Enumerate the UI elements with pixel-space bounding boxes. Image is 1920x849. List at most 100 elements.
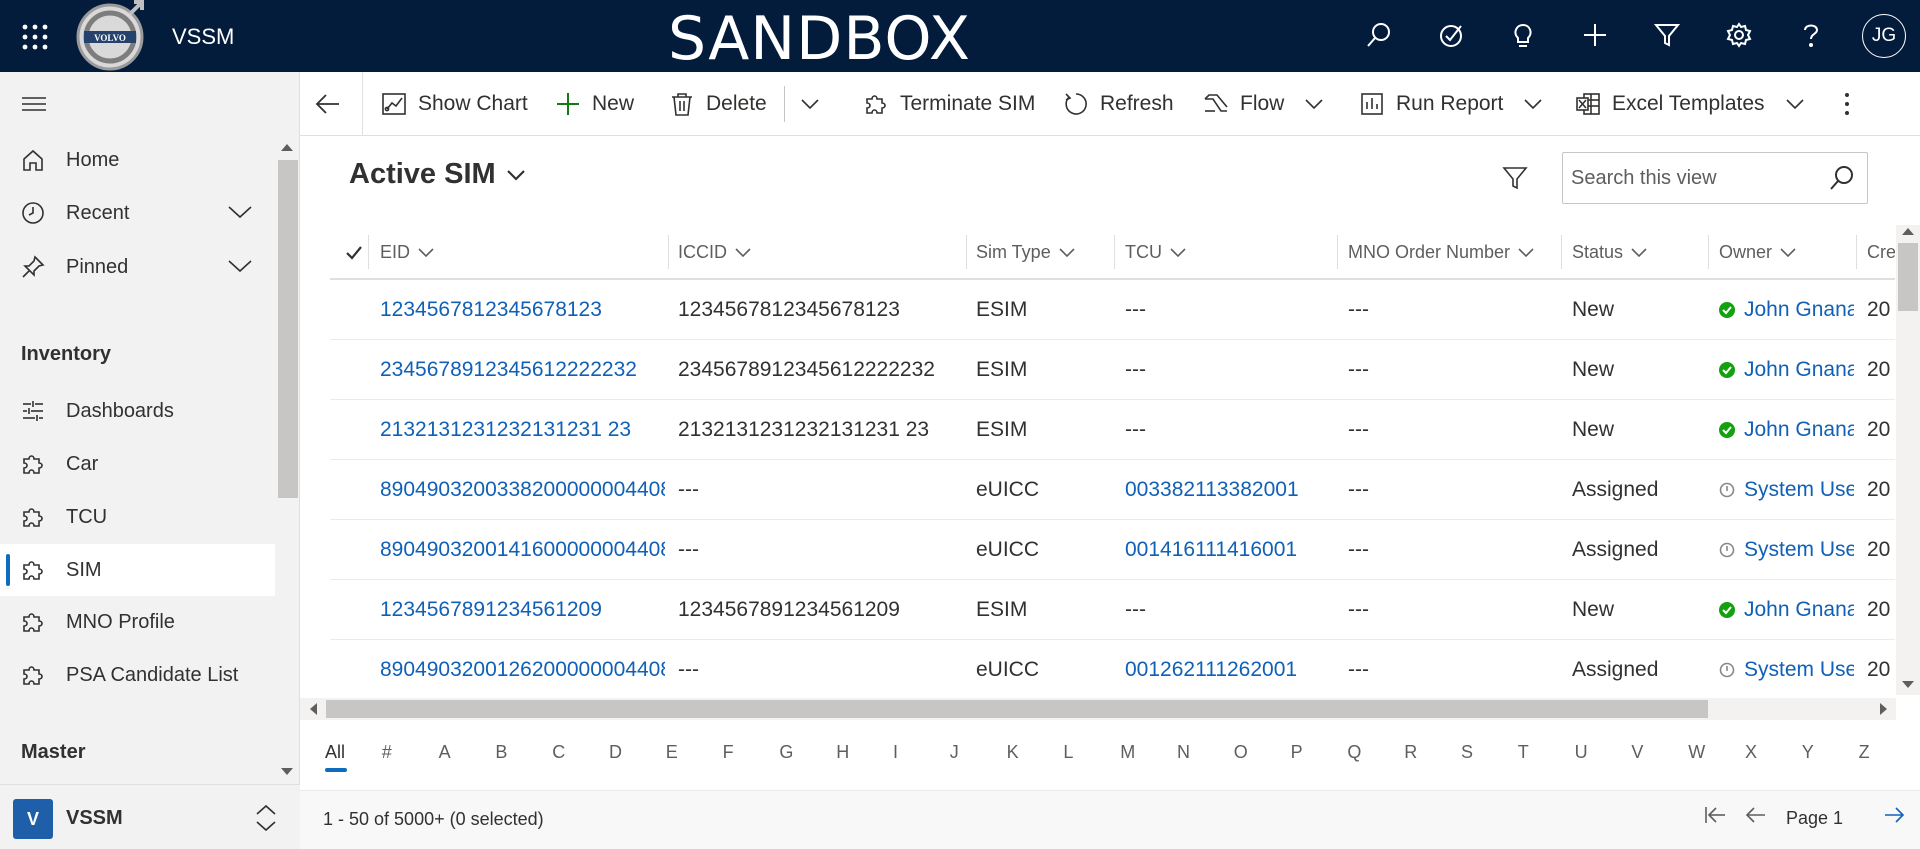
column-header-eid[interactable]: EID <box>380 225 434 280</box>
refresh-button[interactable]: Refresh <box>1062 72 1174 136</box>
table-row[interactable]: 2345678912345612222232 234567891234561222… <box>330 340 1895 400</box>
jump-letter[interactable]: Q <box>1347 742 1361 763</box>
table-row[interactable]: 890490320014160000000440811 --- eUICC 00141… <box>330 520 1895 580</box>
scroll-right-arrow-icon[interactable] <box>1880 703 1887 715</box>
cell-value[interactable]: System Use <box>1744 538 1854 562</box>
cell-value[interactable]: John Gnana <box>1744 598 1854 622</box>
search-input[interactable] <box>1571 163 1821 193</box>
table-row[interactable]: 1234567891234561209 1234567891234561209 ES… <box>330 580 1895 640</box>
run-report-button[interactable]: Run Report <box>1358 72 1543 136</box>
jump-letter[interactable]: L <box>1063 742 1073 763</box>
sidebar-item-recent[interactable]: Recent <box>0 187 275 239</box>
cell-value[interactable]: 1234567812345678123 <box>380 298 602 322</box>
table-row[interactable]: 890490320033820000000440833 --- eUICC 00338… <box>330 460 1895 520</box>
cell-value[interactable]: 890490320012620000000440811 <box>380 658 665 682</box>
column-header-mno-order-number[interactable]: MNO Order Number <box>1348 225 1534 280</box>
jump-letter[interactable]: All <box>325 742 345 763</box>
jump-letter[interactable]: T <box>1518 742 1529 763</box>
column-header-sim-type[interactable]: Sim Type <box>976 225 1075 280</box>
jump-letter[interactable]: N <box>1177 742 1190 763</box>
cell-value[interactable]: System Use <box>1744 478 1854 502</box>
chevron-down-icon[interactable] <box>1523 92 1543 116</box>
chevron-down-icon[interactable] <box>228 256 252 279</box>
table-row[interactable]: 1234567812345678123 1234567812345678123 ES… <box>330 280 1895 340</box>
jump-letter[interactable]: B <box>495 742 507 763</box>
column-header-owner[interactable]: Owner <box>1719 225 1796 280</box>
jump-letter[interactable]: G <box>779 742 793 763</box>
jump-letter[interactable]: X <box>1745 742 1757 763</box>
view-title[interactable]: Active SIM <box>349 158 496 191</box>
cell-eid[interactable]: 2345678912345612222232 <box>380 340 665 400</box>
search-icon[interactable] <box>1829 165 1855 196</box>
jump-letter[interactable]: M <box>1120 742 1135 763</box>
jump-letter[interactable]: Y <box>1802 742 1814 763</box>
view-selector-chevron-icon[interactable] <box>506 168 526 187</box>
filter-icon[interactable] <box>1502 165 1528 196</box>
sidebar-item-dashboards[interactable]: Dashboards <box>0 385 275 437</box>
column-header-tcu[interactable]: TCU <box>1125 225 1186 280</box>
scroll-up-arrow-icon[interactable] <box>1902 228 1914 235</box>
jump-letter[interactable]: W <box>1688 742 1705 763</box>
sidebar-item-psa-candidate-list[interactable]: PSA Candidate List <box>0 649 275 701</box>
user-avatar[interactable]: JG <box>1862 14 1906 58</box>
jump-letter[interactable]: A <box>439 742 451 763</box>
jump-letter[interactable]: V <box>1631 742 1643 763</box>
cell-owner[interactable]: System Use <box>1719 520 1854 580</box>
jump-letter[interactable]: K <box>1007 742 1019 763</box>
table-row[interactable]: 890490320012620000000440811 --- eUICC 00126… <box>330 640 1895 695</box>
jump-letter[interactable]: I <box>893 742 898 763</box>
scroll-down-arrow-icon[interactable] <box>281 768 293 775</box>
jump-letter[interactable]: R <box>1404 742 1417 763</box>
sidebar-item-home[interactable]: Home <box>0 134 275 186</box>
terminate-sim-button[interactable]: Terminate SIM <box>862 72 1035 136</box>
cell-value[interactable]: 890490320033820000000440833 <box>380 478 665 502</box>
cell-eid[interactable]: 2132131231232131231 23 <box>380 400 665 460</box>
back-arrow-icon[interactable] <box>314 90 346 118</box>
plus-icon[interactable] <box>1580 20 1610 50</box>
jump-letter[interactable]: J <box>950 742 959 763</box>
search-view-box[interactable] <box>1562 152 1868 204</box>
select-all-checkbox[interactable] <box>344 225 364 280</box>
cell-eid[interactable]: 1234567812345678123 <box>380 280 665 340</box>
cell-value[interactable]: John Gnana <box>1744 298 1854 322</box>
grid-vertical-scrollbar-thumb[interactable] <box>1898 243 1918 311</box>
cell-tcu[interactable]: 001416111416001 <box>1125 520 1335 580</box>
cell-value[interactable]: 001416111416001 <box>1125 538 1297 562</box>
app-name[interactable]: VSSM <box>172 24 234 50</box>
sidebar-item-sim[interactable]: SIM <box>0 544 275 596</box>
search-icon[interactable] <box>1364 20 1394 50</box>
first-page-icon[interactable] <box>1704 805 1726 825</box>
jump-letter[interactable]: C <box>552 742 565 763</box>
cell-eid[interactable]: 890490320014160000000440811 <box>380 520 665 580</box>
chevron-down-icon[interactable] <box>228 202 252 225</box>
excel-templates-button[interactable]: Excel Templates <box>1574 72 1805 136</box>
jump-letter[interactable]: Z <box>1859 742 1870 763</box>
previous-page-icon[interactable] <box>1744 805 1766 825</box>
cell-tcu[interactable]: 001262111262001 <box>1125 640 1335 695</box>
filter-icon[interactable] <box>1652 20 1682 50</box>
sidebar-item-pinned[interactable]: Pinned <box>0 241 275 293</box>
jump-letter[interactable]: P <box>1291 742 1303 763</box>
more-options-icon[interactable] <box>1844 72 1850 136</box>
sidebar-scrollbar-thumb[interactable] <box>278 160 298 498</box>
show-chart-button[interactable]: Show Chart <box>380 72 528 136</box>
scroll-up-arrow-icon[interactable] <box>281 144 293 151</box>
column-header-status[interactable]: Status <box>1572 225 1647 280</box>
cell-value[interactable]: 2132131231232131231 23 <box>380 418 631 442</box>
grid-horizontal-scrollbar-thumb[interactable] <box>326 700 1708 718</box>
cell-owner[interactable]: John Gnana <box>1719 400 1854 460</box>
sidebar-item-mno-profile[interactable]: MNO Profile <box>0 596 275 648</box>
cell-owner[interactable]: John Gnana <box>1719 580 1854 640</box>
hamburger-menu-icon[interactable] <box>22 94 46 114</box>
cell-owner[interactable]: John Gnana <box>1719 280 1854 340</box>
sidebar-item-car[interactable]: Car <box>0 438 275 490</box>
area-switcher[interactable]: V VSSM <box>0 784 300 849</box>
jump-letter[interactable]: O <box>1234 742 1248 763</box>
jump-letter[interactable]: F <box>723 742 734 763</box>
jump-letter[interactable]: D <box>609 742 622 763</box>
column-header-iccid[interactable]: ICCID <box>678 225 751 280</box>
cell-eid[interactable]: 890490320012620000000440811 <box>380 640 665 695</box>
new-button[interactable]: New <box>554 72 634 136</box>
jump-letter[interactable]: S <box>1461 742 1473 763</box>
sidebar-item-tcu[interactable]: TCU <box>0 491 275 543</box>
